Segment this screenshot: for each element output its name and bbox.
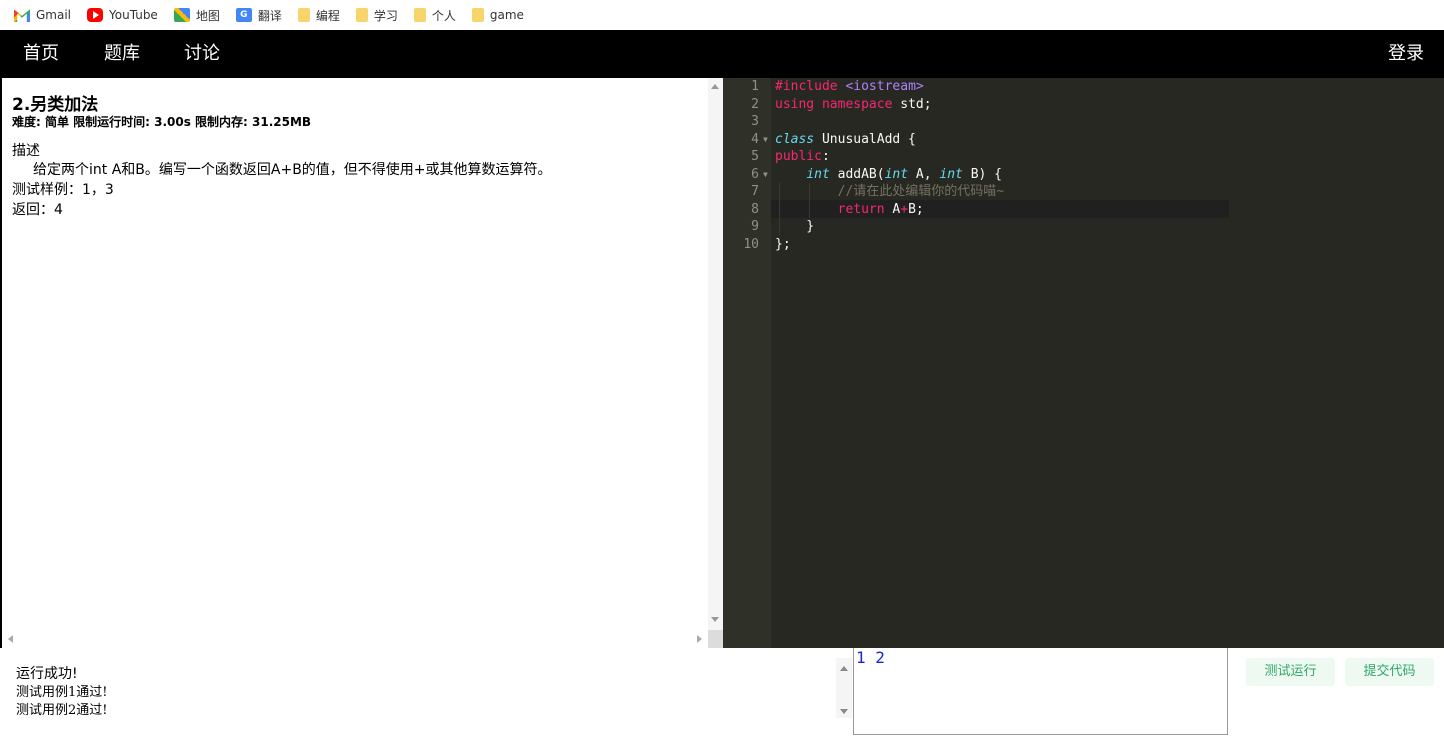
code-line-4: class UnusualAdd {: [775, 131, 916, 147]
code-line-7: //请在此处编辑你的代码喵~: [837, 184, 1005, 199]
problem-meta: 难度: 简单 限制运行时间: 3.00s 限制内存: 31.25MB: [12, 115, 312, 129]
scroll-left-icon[interactable]: [8, 635, 13, 643]
scroll-down-icon[interactable]: [711, 617, 719, 622]
fold-arrow-icon[interactable]: ▼: [763, 166, 768, 184]
folder-icon: [471, 8, 484, 22]
line-number: 7: [751, 184, 759, 199]
top-navbar: 首页 题库 讨论 登录: [0, 30, 1444, 78]
sample-input: 测试样例：1，3: [12, 182, 114, 198]
scroll-down-icon[interactable]: [840, 709, 848, 714]
nav-discuss[interactable]: 讨论: [184, 30, 220, 78]
folder-icon: [355, 8, 368, 22]
line-number: 3: [751, 114, 759, 129]
code-line-8: return A+B;: [837, 201, 924, 217]
scroll-corner: [708, 630, 723, 648]
line-number: 9: [751, 219, 759, 234]
problem-title: 2.另类加法: [12, 95, 99, 115]
folder-icon: [413, 8, 426, 22]
line-number: 4: [751, 131, 759, 147]
scroll-right-icon[interactable]: [697, 635, 702, 643]
line-number: 5: [751, 149, 759, 164]
scroll-up-icon[interactable]: [840, 666, 848, 671]
line-number: 1: [751, 79, 759, 94]
bookmark-gmail[interactable]: Gmail: [14, 8, 71, 22]
code-line-5: public:: [775, 149, 830, 164]
bookmark-maps[interactable]: 地图: [173, 7, 220, 24]
run-status: 运行成功!: [16, 666, 78, 682]
bookmark-folder-study[interactable]: 学习: [355, 7, 398, 24]
translate-icon: G: [235, 8, 252, 22]
sample-output: 返回：4: [12, 202, 63, 218]
line-number: 8: [751, 201, 759, 217]
description-text: 给定两个int A和B。编写一个函数返回A+B的值，但不得使用+或其他算数运算符…: [33, 162, 552, 178]
bookmark-folder-personal[interactable]: 个人: [413, 7, 456, 24]
bookmark-translate[interactable]: G 翻译: [235, 7, 282, 24]
test-case-result: 测试用例1通过!: [16, 685, 108, 700]
problem-vertical-scrollbar[interactable]: [708, 78, 723, 648]
bottom-console: 运行成功! 测试用例1通过! 测试用例2通过! 1 2 测试运行 提交代码: [0, 648, 1444, 747]
run-output: 运行成功! 测试用例1通过! 测试用例2通过!: [0, 648, 853, 735]
test-case-result: 测试用例2通过!: [16, 703, 108, 718]
gmail-icon: [14, 9, 30, 22]
code-line-2: using namespace std;: [775, 96, 932, 112]
bookmark-folder-game[interactable]: game: [471, 8, 524, 22]
code-editor[interactable]: 1 2 3 4 ▼ 5 6 ▼ 7 8 9 10 #include <iostr…: [723, 78, 1444, 648]
description-label: 描述: [12, 143, 40, 159]
custom-input-textarea[interactable]: 1 2: [853, 648, 1228, 735]
fold-arrow-icon[interactable]: ▼: [763, 131, 768, 149]
youtube-icon: [87, 8, 104, 22]
output-scrollbar[interactable]: [836, 658, 852, 718]
code-line-10: };: [775, 236, 791, 252]
scroll-up-icon[interactable]: [711, 84, 719, 89]
bookmarks-bar: Gmail YouTube 地图 G 翻译 编程 学习 个人 game: [0, 0, 1444, 30]
editor-gutter: 1 2 3 4 ▼ 5 6 ▼ 7 8 9 10: [723, 78, 771, 648]
test-run-button[interactable]: 测试运行: [1246, 658, 1335, 686]
problem-horizontal-scrollbar[interactable]: [2, 630, 708, 648]
maps-icon: [173, 8, 190, 22]
bookmark-youtube[interactable]: YouTube: [87, 8, 158, 22]
bookmark-folder-programming[interactable]: 编程: [297, 7, 340, 24]
code-line-6: int addAB(int A, int B) {: [806, 166, 1003, 182]
nav-login[interactable]: 登录: [1388, 30, 1424, 78]
line-number: 6: [751, 166, 759, 182]
nav-home[interactable]: 首页: [23, 30, 59, 78]
nav-problems[interactable]: 题库: [104, 30, 140, 78]
problem-panel: 2.另类加法 难度: 简单 限制运行时间: 3.00s 限制内存: 31.25M…: [0, 78, 723, 648]
code-line-9: }: [775, 219, 815, 234]
line-number: 10: [743, 236, 759, 252]
submit-code-button[interactable]: 提交代码: [1345, 658, 1434, 686]
line-number: 2: [751, 96, 759, 112]
code-line-1: #include <iostream>: [775, 79, 924, 94]
folder-icon: [297, 8, 310, 22]
